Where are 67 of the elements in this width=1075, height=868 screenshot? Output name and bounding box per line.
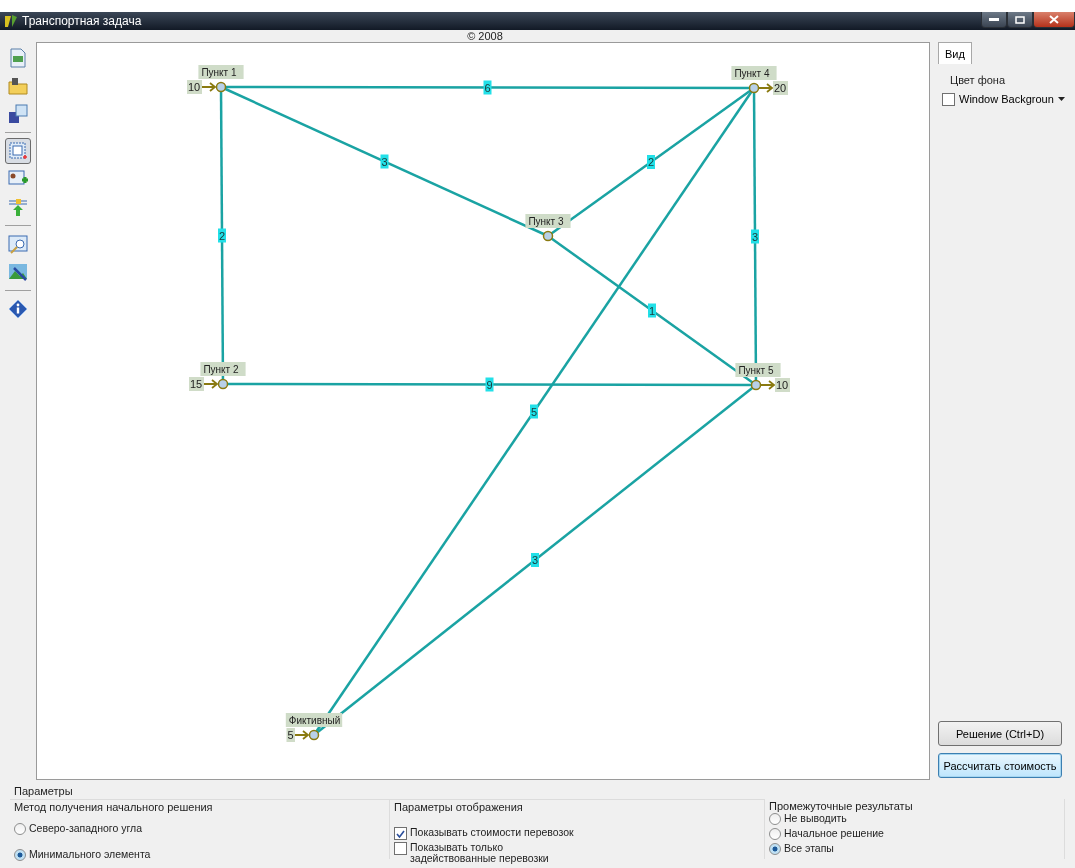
node-label: Пункт 5 — [735, 363, 781, 377]
maximize-button[interactable] — [1007, 12, 1033, 28]
group-title: Промежуточные результаты — [769, 800, 914, 812]
radio-option[interactable]: Начальное решение — [769, 828, 1064, 840]
checkbox-option[interactable]: Показывать стоимости перевозок — [394, 827, 764, 840]
checkmark-icon — [396, 829, 405, 838]
radio-option[interactable]: Минимального элемента — [14, 849, 389, 861]
amount-label: 15 — [189, 377, 204, 391]
radio-option[interactable]: Не выводить — [769, 813, 1064, 825]
info-icon — [8, 299, 28, 319]
folder-icon — [8, 76, 28, 96]
amount-label: 20 — [773, 81, 788, 95]
node-label: Фиктивный — [285, 713, 343, 727]
app-logo-icon — [4, 14, 18, 28]
dropdown-arrow-icon — [1057, 97, 1065, 101]
node-circle[interactable] — [217, 378, 229, 390]
node-label: Пункт 4 — [731, 66, 777, 80]
node-circle[interactable] — [750, 379, 762, 391]
arrow-icon — [760, 380, 776, 390]
copyright-text: © 2008 — [466, 30, 504, 42]
edge-cost: 5 — [530, 404, 538, 419]
document-icon — [10, 48, 26, 68]
node-circle[interactable] — [748, 82, 760, 94]
edge-cost: 3 — [751, 229, 759, 244]
arrow-icon — [203, 379, 219, 389]
radio-option[interactable]: Все этапы — [769, 843, 1064, 855]
minimize-button[interactable] — [981, 12, 1007, 28]
edge-cost: 2 — [218, 228, 226, 243]
node-circle[interactable] — [308, 729, 320, 741]
group-title: Параметры отображения — [394, 801, 524, 813]
arrow-icon — [294, 730, 310, 740]
parameters-title: Параметры — [14, 785, 74, 797]
group-title: Метод получения начального решения — [14, 801, 214, 813]
minimize-icon — [989, 17, 999, 22]
amount-label: 5 — [286, 728, 295, 742]
edge-cost: 6 — [483, 80, 492, 95]
node-label: Пункт 3 — [525, 214, 571, 228]
view-tab[interactable]: Вид — [938, 42, 972, 64]
edge-cost: 2 — [647, 155, 655, 169]
radio-option[interactable]: Северо-западного угла — [14, 823, 389, 835]
image-edit-icon — [8, 262, 28, 282]
node-label: Пункт 1 — [198, 65, 244, 79]
edge-cost: 3 — [380, 154, 389, 169]
node-arrow-icon — [8, 197, 28, 217]
window-search-icon — [8, 234, 28, 254]
maximize-icon — [1015, 15, 1025, 24]
checkbox-option[interactable]: Показывать только задействованные перевозки — [394, 842, 764, 864]
text-frame-icon — [8, 141, 28, 161]
amount-label: 10 — [775, 378, 790, 392]
floppy-icon — [8, 104, 28, 124]
calculate-button[interactable]: Рассчитать стоимость — [938, 753, 1062, 778]
toolbar-button[interactable] — [5, 138, 31, 164]
edge-cost: 1 — [648, 303, 656, 318]
close-button[interactable] — [1033, 12, 1075, 28]
node-circle[interactable] — [215, 81, 227, 93]
arrow-icon — [758, 83, 774, 93]
node-label: Пункт 2 — [200, 362, 246, 376]
color-dropdown[interactable]: Window Backgroun — [938, 90, 1070, 108]
edge-cost: 9 — [485, 377, 494, 392]
edge-cost: 3 — [531, 553, 539, 567]
arrow-icon — [201, 82, 217, 92]
close-icon — [1049, 15, 1059, 24]
amount-label: 10 — [187, 80, 202, 94]
solution-button[interactable]: Решение (Ctrl+D) — [938, 721, 1062, 746]
background-color-label: Цвет фона — [950, 74, 1007, 86]
node-circle[interactable] — [542, 230, 554, 242]
window-title: Транспортная задача — [22, 14, 142, 28]
